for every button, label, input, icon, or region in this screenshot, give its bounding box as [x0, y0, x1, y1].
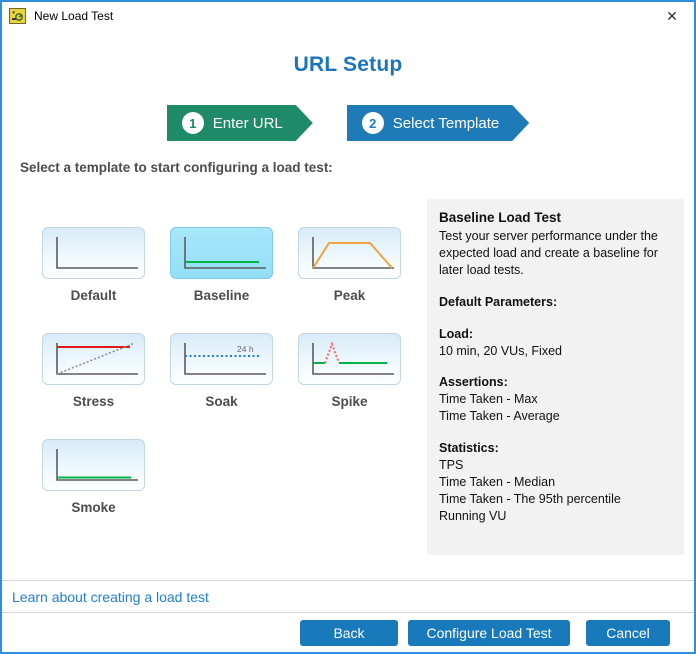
template-label: Spike	[331, 394, 368, 409]
title-bar: New Load Test ✕	[2, 2, 694, 30]
wizard-steps: 1 Enter URL 2 Select Template	[2, 105, 694, 141]
stress-template-thumbnail[interactable]	[42, 333, 145, 385]
step-label: Select Template	[392, 114, 500, 132]
default-chart-icon	[56, 237, 138, 269]
template-grid: Default Baseline Peak Stress 24 h Soak S…	[42, 227, 412, 515]
template-default[interactable]: Default	[42, 227, 145, 303]
details-line: Time Taken - Max	[439, 392, 538, 407]
details-line: Time Taken - The 95th percentile	[439, 491, 621, 506]
template-label: Smoke	[71, 500, 116, 515]
spike-template-thumbnail[interactable]	[298, 333, 401, 385]
template-label: Peak	[333, 288, 366, 303]
template-label: Baseline	[193, 288, 250, 303]
peak-chart-icon	[312, 237, 394, 269]
instruction-text: Select a template to start configuring a…	[20, 160, 333, 175]
spike-chart-icon	[312, 341, 394, 375]
learn-link[interactable]: Learn about creating a load test	[12, 589, 209, 605]
app-icon	[9, 8, 26, 24]
footer: Back Configure Load Test Cancel	[2, 613, 694, 652]
step-select-template[interactable]: 2 Select Template	[347, 105, 529, 141]
details-description: Test your server performance under the e…	[439, 229, 658, 277]
details-heading: Default Parameters:	[439, 294, 558, 309]
smoke-template-thumbnail[interactable]	[42, 439, 145, 491]
template-label: Soak	[205, 394, 238, 409]
template-baseline[interactable]: Baseline	[170, 227, 273, 303]
template-smoke[interactable]: Smoke	[42, 439, 145, 515]
details-line: Time Taken - Average	[439, 409, 560, 424]
details-line: TPS	[439, 457, 464, 472]
template-stress[interactable]: Stress	[42, 333, 145, 409]
soak-duration-label: 24 h	[237, 344, 254, 354]
template-peak[interactable]: Peak	[298, 227, 401, 303]
back-button[interactable]: Back	[300, 620, 398, 646]
default-template-thumbnail[interactable]	[42, 227, 145, 279]
new-load-test-dialog: New Load Test ✕ URL Setup 1 Enter URL 2 …	[0, 0, 696, 654]
baseline-chart-icon	[184, 237, 266, 269]
page-title: URL Setup	[293, 53, 403, 76]
details-heading: Assertions:	[439, 375, 508, 390]
template-spike[interactable]: Spike	[298, 333, 401, 409]
step-enter-url[interactable]: 1 Enter URL	[167, 105, 313, 141]
template-label: Stress	[72, 394, 115, 409]
smoke-chart-icon	[56, 449, 138, 481]
template-details-panel: Baseline Load Test Test your server perf…	[427, 199, 684, 555]
details-line: Time Taken - Median	[439, 474, 556, 489]
help-row: Learn about creating a load test	[2, 580, 694, 613]
details-line: 10 min, 20 VUs, Fixed	[439, 343, 562, 358]
soak-chart-icon: 24 h	[184, 343, 266, 375]
details-line: Running VU	[439, 508, 507, 523]
window-title: New Load Test	[34, 9, 114, 23]
step-label: Enter URL	[212, 114, 283, 132]
details-heading: Load:	[439, 326, 474, 341]
cancel-button[interactable]: Cancel	[586, 620, 670, 646]
soak-template-thumbnail[interactable]: 24 h	[170, 333, 273, 385]
close-icon[interactable]: ✕	[650, 2, 694, 30]
configure-load-test-button[interactable]: Configure Load Test	[408, 620, 570, 646]
step-number-badge: 1	[182, 112, 204, 134]
stress-chart-icon	[56, 342, 138, 375]
template-soak[interactable]: 24 h Soak	[170, 333, 273, 409]
step-number-badge: 2	[362, 112, 384, 134]
details-heading: Statistics:	[439, 441, 499, 456]
template-label: Default	[70, 288, 117, 303]
peak-template-thumbnail[interactable]	[298, 227, 401, 279]
details-title: Baseline Load Test	[439, 210, 562, 225]
baseline-template-thumbnail[interactable]	[170, 227, 273, 279]
